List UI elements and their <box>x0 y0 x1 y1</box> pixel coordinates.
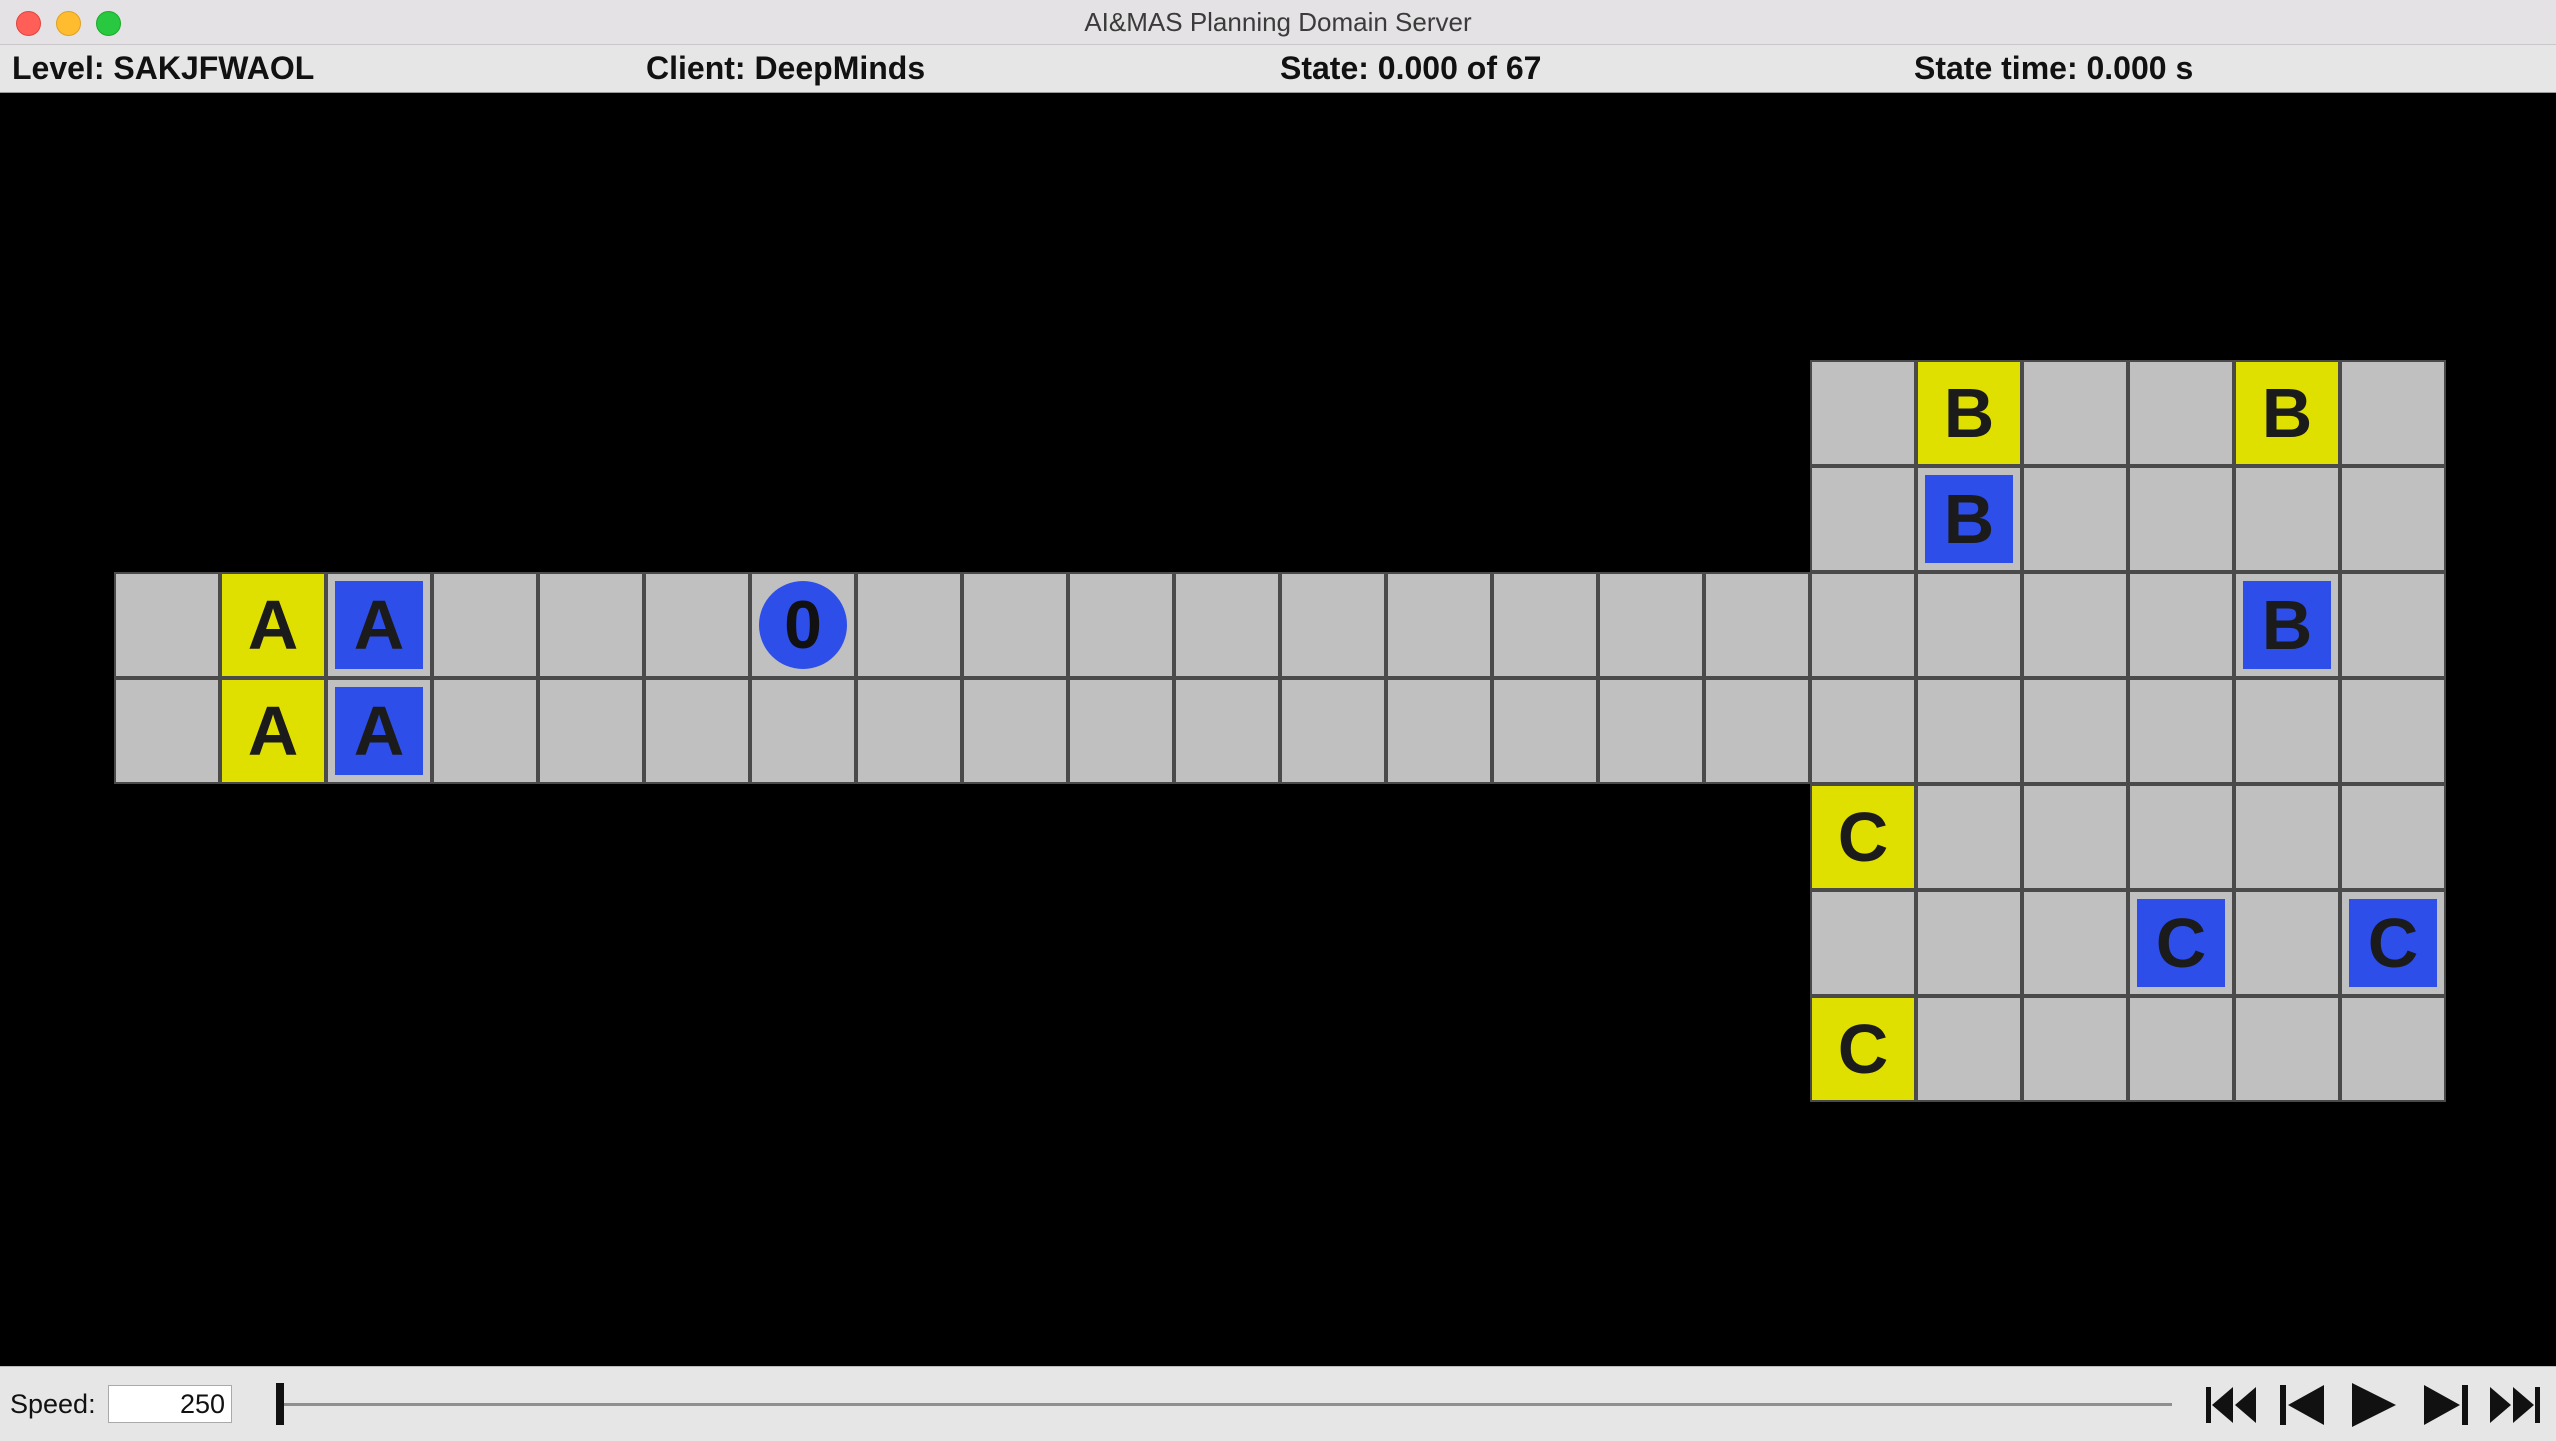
floor-cell <box>2234 678 2340 784</box>
floor-cell <box>750 678 856 784</box>
floor-cell <box>2128 466 2234 572</box>
floor-cell <box>2128 360 2234 466</box>
floor-cell <box>2022 360 2128 466</box>
speed-input[interactable]: 250 <box>108 1385 232 1423</box>
floor-cell <box>1810 678 1916 784</box>
floor-cell <box>432 678 538 784</box>
floor-cell <box>538 572 644 678</box>
goal-cell-a: A <box>222 680 324 782</box>
level-name: Level: SAKJFWAOL <box>12 50 315 86</box>
window-titlebar: AI&MAS Planning Domain Server <box>0 0 2556 45</box>
agent-0: 0 <box>759 581 847 669</box>
skip-to-end-button[interactable] <box>2486 1379 2542 1431</box>
goal-cell-c: C <box>1812 786 1914 888</box>
box-a: A <box>335 687 423 775</box>
step-back-button[interactable] <box>2276 1379 2332 1431</box>
floor-cell <box>2234 890 2340 996</box>
level-canvas: AABBCCAABBCC0 <box>0 93 2556 1366</box>
floor-cell <box>2022 784 2128 890</box>
floor-cell <box>856 678 962 784</box>
floor-cell <box>962 572 1068 678</box>
floor-cell <box>644 572 750 678</box>
box-b: B <box>1925 475 2013 563</box>
floor-cell <box>856 572 962 678</box>
floor-cell <box>1068 678 1174 784</box>
floor-cell <box>1492 678 1598 784</box>
floor-cell <box>2340 466 2446 572</box>
floor-cell <box>2022 678 2128 784</box>
state-counter: State: 0.000 of 67 <box>1280 50 1542 86</box>
floor-cell <box>1174 678 1280 784</box>
state-time: State time: 0.000 s <box>1914 50 2194 86</box>
floor-cell <box>1916 678 2022 784</box>
floor-cell <box>1810 360 1916 466</box>
goal-cell-b: B <box>2236 362 2338 464</box>
floor-cell <box>2128 572 2234 678</box>
floor-cell <box>2022 996 2128 1102</box>
floor-cell <box>2234 466 2340 572</box>
floor-cell <box>2022 572 2128 678</box>
goal-cell-a: A <box>222 574 324 676</box>
floor-cell <box>1916 572 2022 678</box>
floor-cell <box>2128 784 2234 890</box>
floor-cell <box>114 678 220 784</box>
step-back-icon <box>2280 1385 2324 1425</box>
client-name: Client: DeepMinds <box>646 50 926 86</box>
skip-to-start-button[interactable] <box>2204 1379 2260 1431</box>
floor-cell <box>2234 996 2340 1102</box>
floor-cell <box>2022 466 2128 572</box>
floor-cell <box>2128 996 2234 1102</box>
floor-cell <box>2340 360 2446 466</box>
goal-cell-c: C <box>1812 998 1914 1100</box>
floor-cell <box>1068 572 1174 678</box>
floor-cell <box>1916 996 2022 1102</box>
floor-cell <box>1810 466 1916 572</box>
floor-cell <box>432 572 538 678</box>
floor-cell <box>1704 572 1810 678</box>
box-a: A <box>335 581 423 669</box>
floor-cell <box>1386 678 1492 784</box>
floor-cell <box>1704 678 1810 784</box>
skip-back-icon <box>2206 1387 2256 1423</box>
floor-cell <box>538 678 644 784</box>
floor-cell <box>1598 678 1704 784</box>
box-c: C <box>2137 899 2225 987</box>
floor-cell <box>1598 572 1704 678</box>
playback-controls: Speed: 250 <box>0 1366 2556 1441</box>
box-b: B <box>2243 581 2331 669</box>
window-title: AI&MAS Planning Domain Server <box>1084 7 1472 37</box>
floor-cell <box>1810 572 1916 678</box>
floor-cell <box>1916 890 2022 996</box>
step-forward-button[interactable] <box>2416 1379 2472 1431</box>
step-forward-icon <box>2424 1385 2468 1425</box>
floor-cell <box>1386 572 1492 678</box>
floor-cell <box>1280 572 1386 678</box>
floor-cell <box>2340 678 2446 784</box>
box-c: C <box>2349 899 2437 987</box>
floor-cell <box>962 678 1068 784</box>
floor-cell <box>2022 890 2128 996</box>
floor-cell <box>2340 572 2446 678</box>
play-icon <box>2352 1383 2396 1427</box>
floor-cell <box>1916 784 2022 890</box>
floor-cell <box>644 678 750 784</box>
skip-forward-icon <box>2490 1387 2540 1423</box>
floor-cell <box>2128 678 2234 784</box>
floor-cell <box>114 572 220 678</box>
floor-cell <box>1810 890 1916 996</box>
floor-cell <box>2340 784 2446 890</box>
floor-cell <box>1174 572 1280 678</box>
speed-label: Speed: <box>10 1389 96 1419</box>
goal-cell-b: B <box>1918 362 2020 464</box>
state-slider-track[interactable] <box>280 1403 2172 1406</box>
state-slider-thumb[interactable] <box>276 1383 284 1425</box>
play-button[interactable] <box>2346 1379 2402 1431</box>
floor-cell <box>2234 784 2340 890</box>
floor-cell <box>1492 572 1598 678</box>
status-bar: Level: SAKJFWAOL Client: DeepMinds State… <box>0 45 2556 94</box>
floor-cell <box>1280 678 1386 784</box>
floor-cell <box>2340 996 2446 1102</box>
